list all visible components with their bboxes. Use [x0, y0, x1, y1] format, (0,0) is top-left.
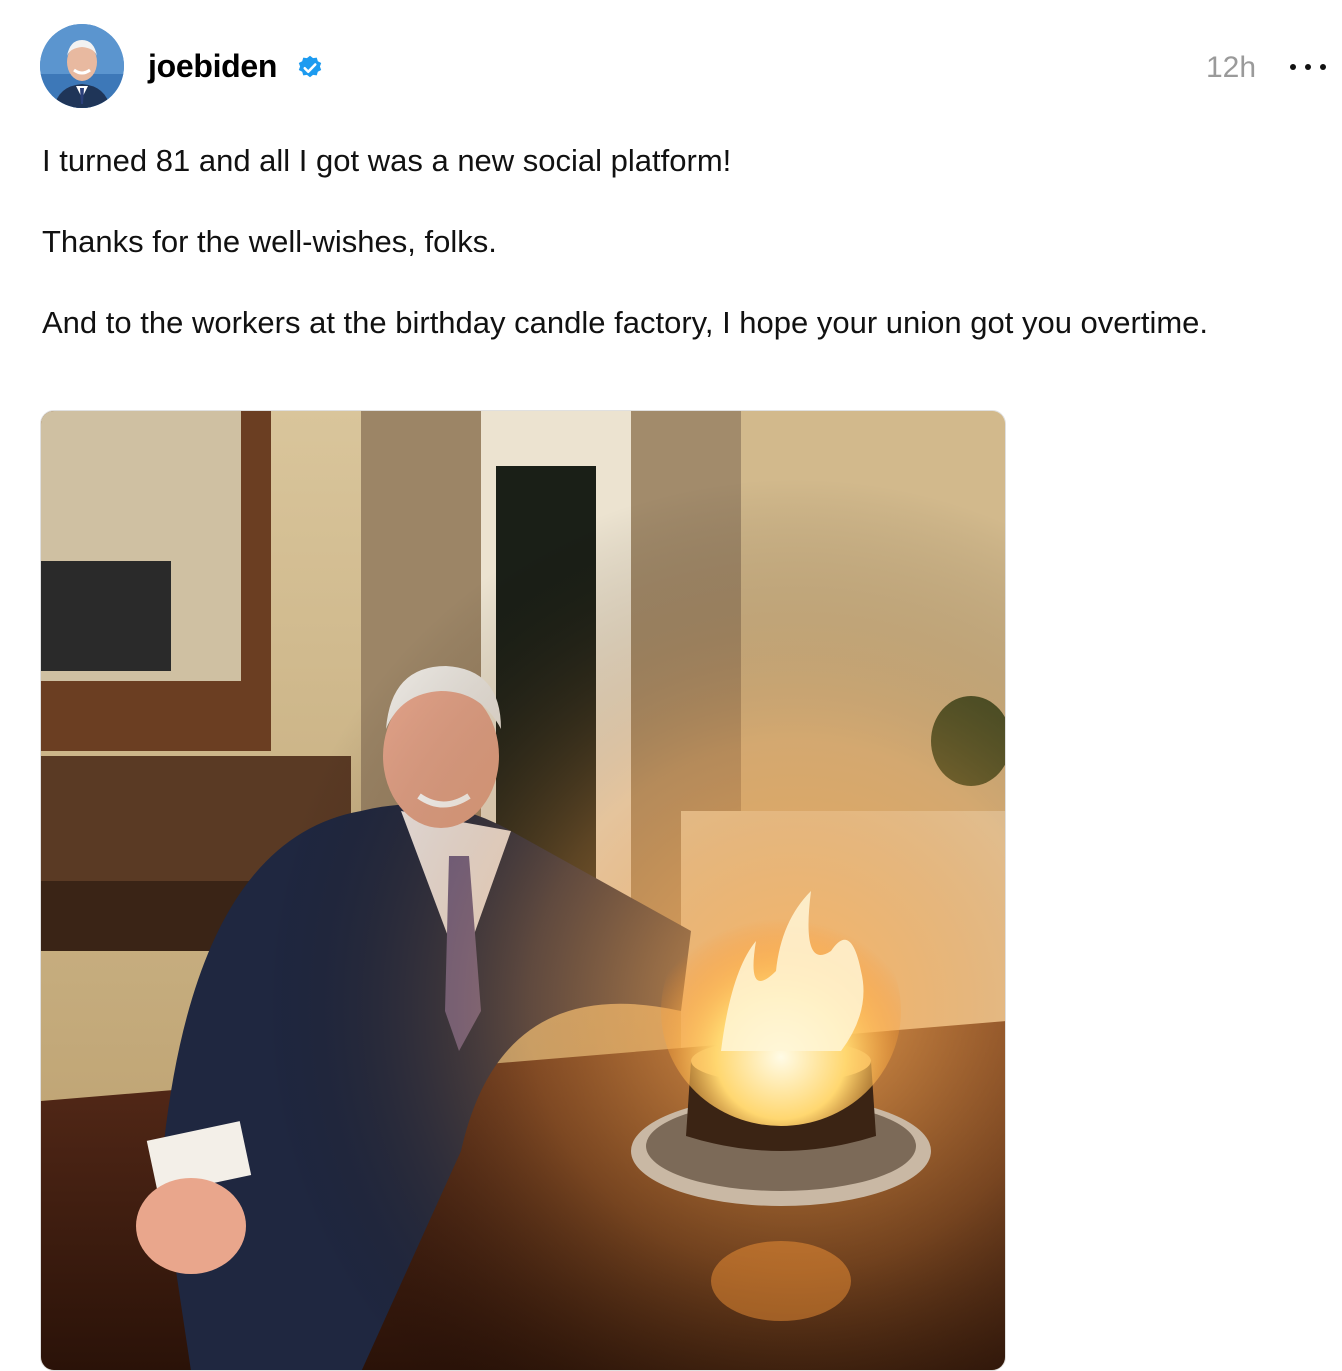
verified-badge-icon — [298, 55, 322, 78]
post-photo[interactable] — [40, 410, 1006, 1371]
post-body: I turned 81 and all I got was a new soci… — [42, 138, 1242, 381]
author-username[interactable]: joebiden — [148, 46, 277, 86]
post-paragraph: And to the workers at the birthday candl… — [42, 305, 1209, 340]
post-timestamp: 12h — [1206, 51, 1257, 84]
post-paragraph: I turned 81 and all I got was a new soci… — [42, 143, 732, 178]
more-options-icon[interactable] — [1290, 52, 1326, 82]
avatar[interactable] — [40, 24, 124, 108]
post-paragraph: Thanks for the well-wishes, folks. — [42, 224, 497, 259]
